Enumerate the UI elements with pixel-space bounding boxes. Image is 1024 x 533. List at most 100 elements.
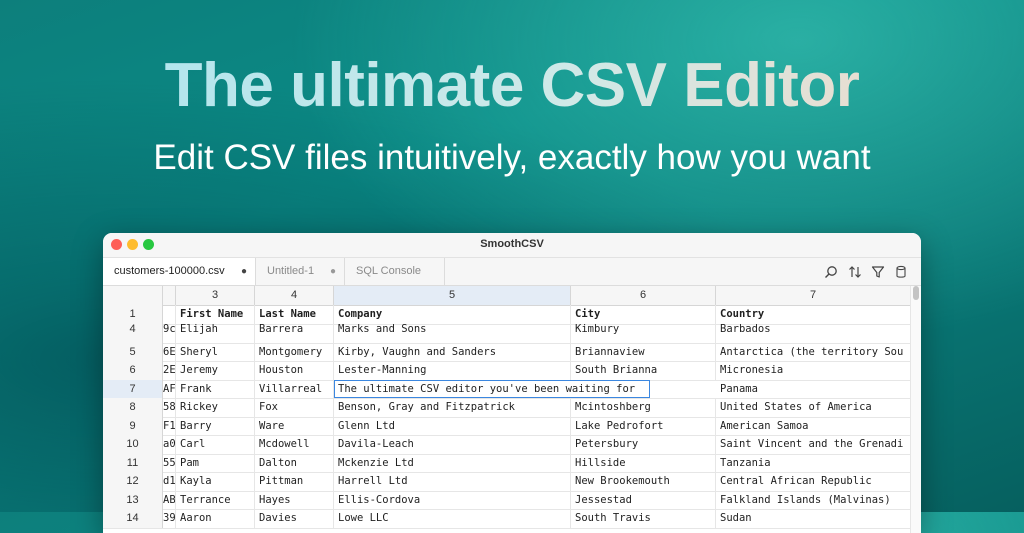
table-cell[interactable]: Mcintoshberg [571,398,716,417]
table-cell[interactable]: Pittman [255,472,334,491]
table-cell[interactable]: Davila-Leach [334,435,571,454]
clipped-cell[interactable]: 2E [163,361,176,380]
table-cell[interactable]: Harrell Ltd [334,472,571,491]
table-cell[interactable]: Mckenzie Ltd [334,453,571,472]
clipped-cell[interactable] [163,305,176,324]
table-row[interactable]: 4 9c Elijah Barrera Marks and Sons Kimbury Bar… [103,324,911,344]
table-cell[interactable]: Barbados [716,324,911,343]
header-row[interactable]: 1 First Name Last Name Company City Country [103,305,911,325]
table-cell[interactable]: Terrance [176,490,255,509]
row-number[interactable]: 12 [103,472,163,491]
column-header-7[interactable]: 7 [716,286,911,305]
table-cell[interactable]: Dalton [255,453,334,472]
table-cell[interactable]: Rickey [176,398,255,417]
row-number[interactable]: 8 [103,398,163,417]
row-number[interactable]: 11 [103,453,163,472]
table-cell[interactable]: Kirby, Vaughn and Sanders [334,342,571,361]
table-cell[interactable]: Central African Republic [716,472,911,491]
column-header-4[interactable]: 4 [255,286,334,305]
tab-customers-csv[interactable]: customers-100000.csv ● [103,258,256,285]
scrollbar-thumb[interactable] [913,286,919,300]
clipped-cell[interactable]: a0 [163,435,176,454]
column-header-6[interactable]: 6 [571,286,716,305]
table-row[interactable]: 9 F1 Barry Ware Glenn Ltd Lake Pedrofort Ameri… [103,416,911,436]
table-cell[interactable]: American Samoa [716,416,911,435]
table-cell[interactable]: City [571,305,716,324]
table-cell[interactable]: Frank [176,379,255,398]
table-cell[interactable]: Houston [255,361,334,380]
column-header-clipped[interactable] [163,286,176,305]
column-header-3[interactable]: 3 [176,286,255,305]
table-cell[interactable]: South Brianna [571,361,716,380]
table-cell[interactable]: Kayla [176,472,255,491]
clipped-cell[interactable]: 6E [163,342,176,361]
cell-editor-input[interactable]: The ultimate CSV editor you've been wait… [334,379,650,398]
table-cell[interactable]: Antarctica (the territory Sou [716,342,911,361]
vertical-scrollbar[interactable] [910,286,921,533]
tab-untitled-1[interactable]: Untitled-1 ● [256,258,345,285]
table-cell[interactable]: Glenn Ltd [334,416,571,435]
table-cell[interactable]: Fox [255,398,334,417]
corner-cell[interactable] [103,286,163,305]
table-cell[interactable]: Villarreal [255,379,334,398]
filter-icon[interactable] [871,265,885,279]
table-cell[interactable]: Petersbury [571,435,716,454]
table-row[interactable]: 13 AB Terrance Hayes Ellis-Cordova Jessestad F… [103,490,911,510]
table-cell[interactable]: Elijah [176,324,255,343]
table-cell[interactable]: Panama [716,379,911,398]
table-cell[interactable]: Lester-Manning [334,361,571,380]
table-cell[interactable]: Marks and Sons [334,324,571,343]
clipped-cell[interactable]: AF [163,379,176,398]
table-cell[interactable]: Sheryl [176,342,255,361]
tab-sql-console[interactable]: SQL Console [345,258,445,285]
table-cell[interactable]: Carl [176,435,255,454]
table-cell[interactable]: Hillside [571,453,716,472]
table-cell[interactable]: Montgomery [255,342,334,361]
table-cell[interactable]: Lake Pedrofort [571,416,716,435]
table-row[interactable]: 5 6E Sheryl Montgomery Kirby, Vaughn and San… [103,342,911,362]
table-cell[interactable]: Ellis-Cordova [334,490,571,509]
table-cell[interactable]: Ware [255,416,334,435]
clipped-cell[interactable]: 58 [163,398,176,417]
table-cell[interactable]: Mcdowell [255,435,334,454]
table-cell[interactable]: Last Name [255,305,334,324]
clipped-cell[interactable]: 55 [163,453,176,472]
table-cell[interactable]: Barrera [255,324,334,343]
table-cell[interactable]: United States of America [716,398,911,417]
row-number[interactable]: 10 [103,435,163,454]
clipped-cell[interactable]: d1 [163,472,176,491]
table-row[interactable]: 11 55 Pam Dalton Mckenzie Ltd Hillside Tanzani… [103,453,911,473]
table-cell[interactable]: Barry [176,416,255,435]
table-cell[interactable]: First Name [176,305,255,324]
row-number[interactable]: 6 [103,361,163,380]
table-cell[interactable]: Micronesia [716,361,911,380]
table-cell[interactable]: Country [716,305,911,324]
row-number[interactable]: 9 [103,416,163,435]
row-number[interactable]: 7 [103,379,163,398]
column-header-5[interactable]: 5 [334,286,571,305]
table-cell[interactable]: Kimbury [571,324,716,343]
clipped-cell[interactable]: 9c [163,324,176,343]
table-cell[interactable]: Falkland Islands (Malvinas) [716,490,911,509]
table-cell[interactable]: Jeremy [176,361,255,380]
table-cell[interactable]: New Brookemouth [571,472,716,491]
row-number[interactable]: 5 [103,342,163,361]
row-number[interactable]: 1 [103,305,163,324]
clipped-cell[interactable]: AB [163,490,176,509]
table-cell[interactable]: Tanzania [716,453,911,472]
search-icon[interactable] [824,265,838,279]
clipped-cell[interactable]: F1 [163,416,176,435]
table-row[interactable]: 7 AF Frank Villarreal The ultimate CSV edito… [103,379,911,399]
table-cell[interactable]: Briannaview [571,342,716,361]
row-number[interactable]: 13 [103,490,163,509]
table-cell[interactable]: Pam [176,453,255,472]
table-cell[interactable]: Company [334,305,571,324]
database-icon[interactable] [894,265,908,279]
table-row[interactable]: 12 d1 Kayla Pittman Harrell Ltd New Brookemou… [103,472,911,492]
table-cell[interactable]: Hayes [255,490,334,509]
table-cell[interactable]: Benson, Gray and Fitzpatrick [334,398,571,417]
sort-icon[interactable] [848,265,862,279]
table-row[interactable]: 8 58 Rickey Fox Benson, Gray and Fitzpatrick… [103,398,911,418]
row-number[interactable]: 4 [103,324,163,343]
table-cell[interactable]: Jessestad [571,490,716,509]
